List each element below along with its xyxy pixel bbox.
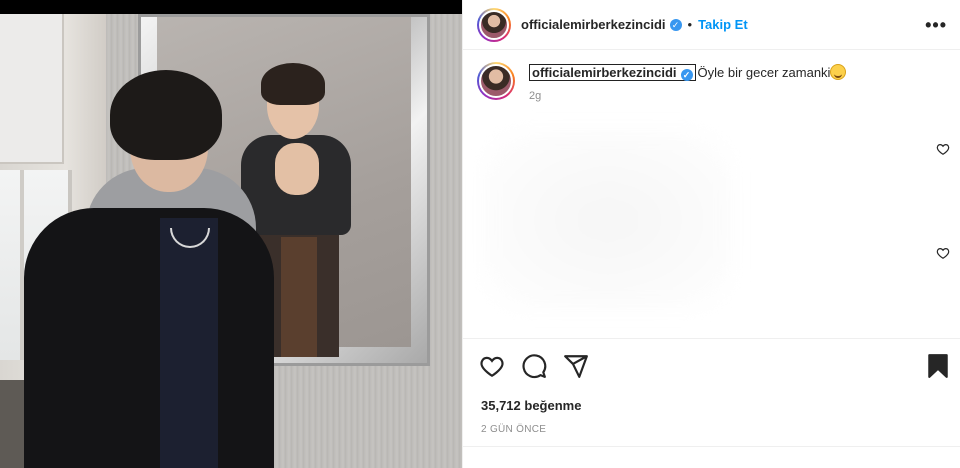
- likes-count[interactable]: 35,712 beğenme: [481, 398, 581, 413]
- header-separator: •: [687, 17, 693, 32]
- caption-body: officialemirberkezincidi ✓ Öyle bir gecer …: [529, 64, 847, 102]
- photo-cabinet: [0, 14, 64, 164]
- photo-stool: [281, 237, 317, 357]
- caption-username-text: officialemirberkezincidi: [532, 65, 677, 80]
- caption-username[interactable]: officialemirberkezincidi ✓: [529, 64, 696, 81]
- photo-man-shirt: [160, 218, 218, 468]
- photo-child-hands: [275, 143, 319, 195]
- comment-like-heart-icon[interactable]: [936, 246, 950, 260]
- divider: [463, 446, 960, 447]
- post-date: 2 GÜN ÖNCE: [481, 424, 547, 435]
- caption-avatar[interactable]: [477, 62, 515, 100]
- photo-child-hair: [261, 63, 325, 105]
- photo-top-bar: [0, 0, 462, 14]
- follow-button[interactable]: Takip Et: [698, 17, 748, 32]
- heart-icon[interactable]: [479, 353, 505, 379]
- blurred-comments-area: [483, 130, 733, 310]
- share-icon[interactable]: [563, 353, 589, 379]
- photo-man-hair: [110, 70, 222, 160]
- verified-badge-icon: ✓: [680, 69, 693, 81]
- caption-row: officialemirberkezincidi ✓ Öyle bir gecer …: [477, 62, 947, 102]
- more-options-icon[interactable]: •••: [925, 15, 947, 36]
- post-username[interactable]: officialemirberkezincidi: [521, 17, 666, 32]
- comment-like-heart-icon[interactable]: [936, 142, 950, 156]
- caption-text: Öyle bir gecer zamanki: [697, 65, 831, 80]
- post-header: officialemirberkezincidi ✓ • Takip Et ••…: [463, 0, 960, 50]
- post-photo[interactable]: [0, 0, 462, 468]
- post-actions-bar: [463, 338, 960, 390]
- avatar[interactable]: [477, 7, 511, 42]
- verified-badge-icon: ✓: [669, 18, 682, 31]
- caption-age: 2g: [529, 90, 542, 102]
- bookmark-icon[interactable]: [925, 353, 951, 379]
- photo-man-jacket: [24, 208, 274, 468]
- grinning-sweat-emoji-icon: [830, 64, 847, 80]
- comment-icon[interactable]: [521, 353, 547, 379]
- post-side-panel: officialemirberkezincidi ✓ • Takip Et ••…: [462, 0, 960, 468]
